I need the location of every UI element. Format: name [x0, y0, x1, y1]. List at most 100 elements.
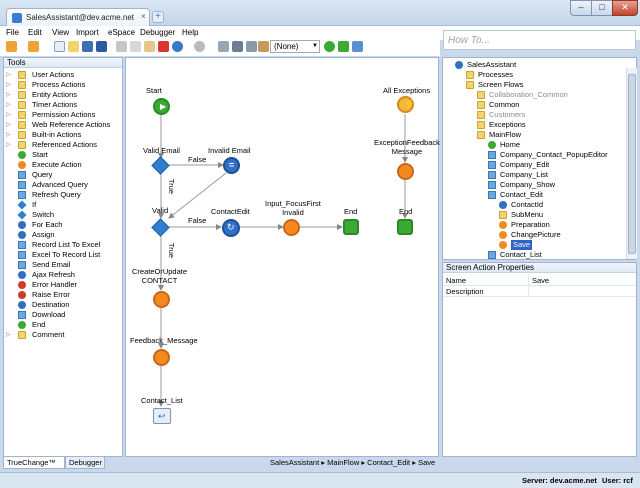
new-icon[interactable] — [54, 41, 65, 52]
expand-arrow-icon[interactable]: ▷ — [6, 100, 11, 110]
expand-arrow-icon[interactable]: ▷ — [6, 130, 11, 140]
all-exceptions-handler-node[interactable]: ⚡ — [397, 96, 415, 113]
expand-arrow-icon[interactable]: ▷ — [6, 110, 11, 120]
redo-icon[interactable] — [194, 41, 205, 52]
breadcrumb-item[interactable]: SalesAssistant — [270, 458, 319, 467]
how-to-search-input[interactable]: How To... — [443, 30, 636, 50]
tool-item-label: User Actions — [32, 70, 75, 79]
square-icon — [18, 191, 26, 199]
save-all-icon[interactable] — [96, 41, 107, 52]
end1-node[interactable] — [343, 219, 359, 235]
redc-icon — [18, 281, 26, 289]
maximize-button[interactable]: □ — [591, 0, 613, 16]
square-icon — [488, 191, 496, 199]
cut-icon[interactable] — [116, 41, 127, 52]
back-icon[interactable] — [6, 41, 17, 52]
contact-list-label: Contact_List — [141, 396, 183, 405]
valid-email-label: Valid Email — [143, 146, 180, 155]
folder-icon — [18, 131, 26, 139]
tree-scrollbar[interactable] — [626, 68, 637, 259]
diam-icon — [17, 210, 27, 220]
create-update-action-node[interactable] — [153, 291, 170, 308]
copy-icon[interactable] — [130, 41, 141, 52]
property-row[interactable]: Description — [443, 286, 636, 297]
find-icon[interactable] — [232, 41, 243, 52]
tab-truechange[interactable]: TrueChange™ — [3, 457, 65, 469]
undo-icon[interactable] — [172, 41, 183, 52]
tool-item-label: Process Actions — [32, 80, 86, 89]
greenc-icon — [18, 151, 26, 159]
print-icon[interactable] — [218, 41, 229, 52]
end2-label: End — [399, 207, 413, 216]
search-placeholder: How To... — [448, 35, 490, 46]
tree-item-label: Company_Edit — [500, 160, 550, 169]
paste-icon[interactable] — [144, 41, 155, 52]
end2-node[interactable] — [397, 219, 413, 235]
delete-icon[interactable] — [158, 41, 169, 52]
breadcrumb-item[interactable]: Contact_Edit — [367, 458, 410, 467]
property-value[interactable]: Save — [528, 275, 549, 286]
minimize-button[interactable]: – — [570, 0, 592, 16]
contact-list-destination-node[interactable]: ↩ — [153, 408, 171, 424]
orangec-icon — [499, 231, 507, 239]
square-icon — [18, 241, 26, 249]
breadcrumb-item[interactable]: MainFlow — [327, 458, 359, 467]
invalid-email-assign-node[interactable]: = — [223, 157, 240, 174]
menu-edit[interactable]: Edit — [28, 28, 42, 37]
all-exceptions-label: All Exceptions — [383, 86, 431, 95]
run-icon[interactable] — [324, 41, 335, 52]
save-icon[interactable] — [82, 41, 93, 52]
compare-icon[interactable] — [246, 41, 257, 52]
play-icon: ▶ — [160, 102, 167, 111]
menu-file[interactable]: File — [6, 28, 19, 37]
tools-panel-header: Tools — [4, 58, 122, 68]
input-focus-action-node[interactable] — [283, 219, 300, 236]
feedback-action-node[interactable] — [153, 349, 170, 366]
folder-icon — [18, 121, 26, 129]
document-tab[interactable]: SalesAssistant@dev.acme.net × — [6, 8, 150, 26]
flow-canvas[interactable]: Start ▶ Valid Email False True Invalid E… — [125, 57, 440, 457]
contact-edit-label: ContactEdit — [211, 207, 250, 216]
close-tab-icon[interactable]: × — [141, 12, 146, 21]
expand-arrow-icon[interactable]: ▷ — [6, 90, 11, 100]
open-icon[interactable] — [68, 41, 79, 52]
tool-item-label: Assign — [32, 230, 55, 239]
menu-help[interactable]: Help — [182, 28, 198, 37]
menu-view[interactable]: View — [52, 28, 69, 37]
new-tab-button[interactable]: + — [152, 11, 164, 23]
greenc-icon — [18, 321, 26, 329]
expand-arrow-icon[interactable]: ▷ — [6, 70, 11, 80]
bluec-icon — [455, 61, 463, 69]
expand-arrow-icon[interactable]: ▷ — [6, 120, 11, 130]
invalid-email-label: Invalid Email — [208, 146, 251, 155]
tool-item-label: Ajax Refresh — [32, 270, 75, 279]
forward-icon[interactable] — [28, 41, 39, 52]
tree-item-label: Company_Show — [500, 180, 556, 189]
chart-icon[interactable] — [352, 41, 363, 52]
menu-import[interactable]: Import — [76, 28, 99, 37]
menu-espace[interactable]: eSpace — [108, 28, 135, 37]
expand-arrow-icon[interactable]: ▷ — [6, 80, 11, 90]
bluec-icon — [18, 301, 26, 309]
property-row[interactable]: Name Save — [443, 275, 636, 286]
breadcrumb-item[interactable]: Save — [418, 458, 435, 467]
scrollbar-thumb[interactable] — [628, 74, 636, 254]
exc-feedback-action-node[interactable] — [397, 163, 414, 180]
contact-edit-destination-node[interactable]: ↻ — [222, 219, 240, 237]
tool-item-label: Entity Actions — [32, 90, 78, 99]
square-icon — [18, 181, 26, 189]
menu-debugger[interactable]: Debugger — [140, 28, 175, 37]
expand-arrow-icon[interactable]: ▷ — [6, 140, 11, 150]
environment-select[interactable]: (None) ▼ — [270, 40, 320, 53]
folder-icon — [18, 111, 26, 119]
publish-icon[interactable] — [338, 41, 349, 52]
property-value[interactable] — [528, 286, 532, 297]
deploy-icon[interactable] — [258, 41, 269, 52]
expand-arrow-icon[interactable]: ▷ — [6, 330, 11, 340]
properties-panel: Screen Action Properties Name Save Descr… — [442, 262, 637, 457]
tree-item-label: Screen Flows — [478, 80, 524, 89]
tab-debugger[interactable]: Debugger — [65, 457, 105, 469]
tool-item-label: End — [32, 320, 46, 329]
start-node[interactable]: ▶ — [153, 98, 170, 115]
close-window-button[interactable]: ✕ — [612, 0, 638, 16]
